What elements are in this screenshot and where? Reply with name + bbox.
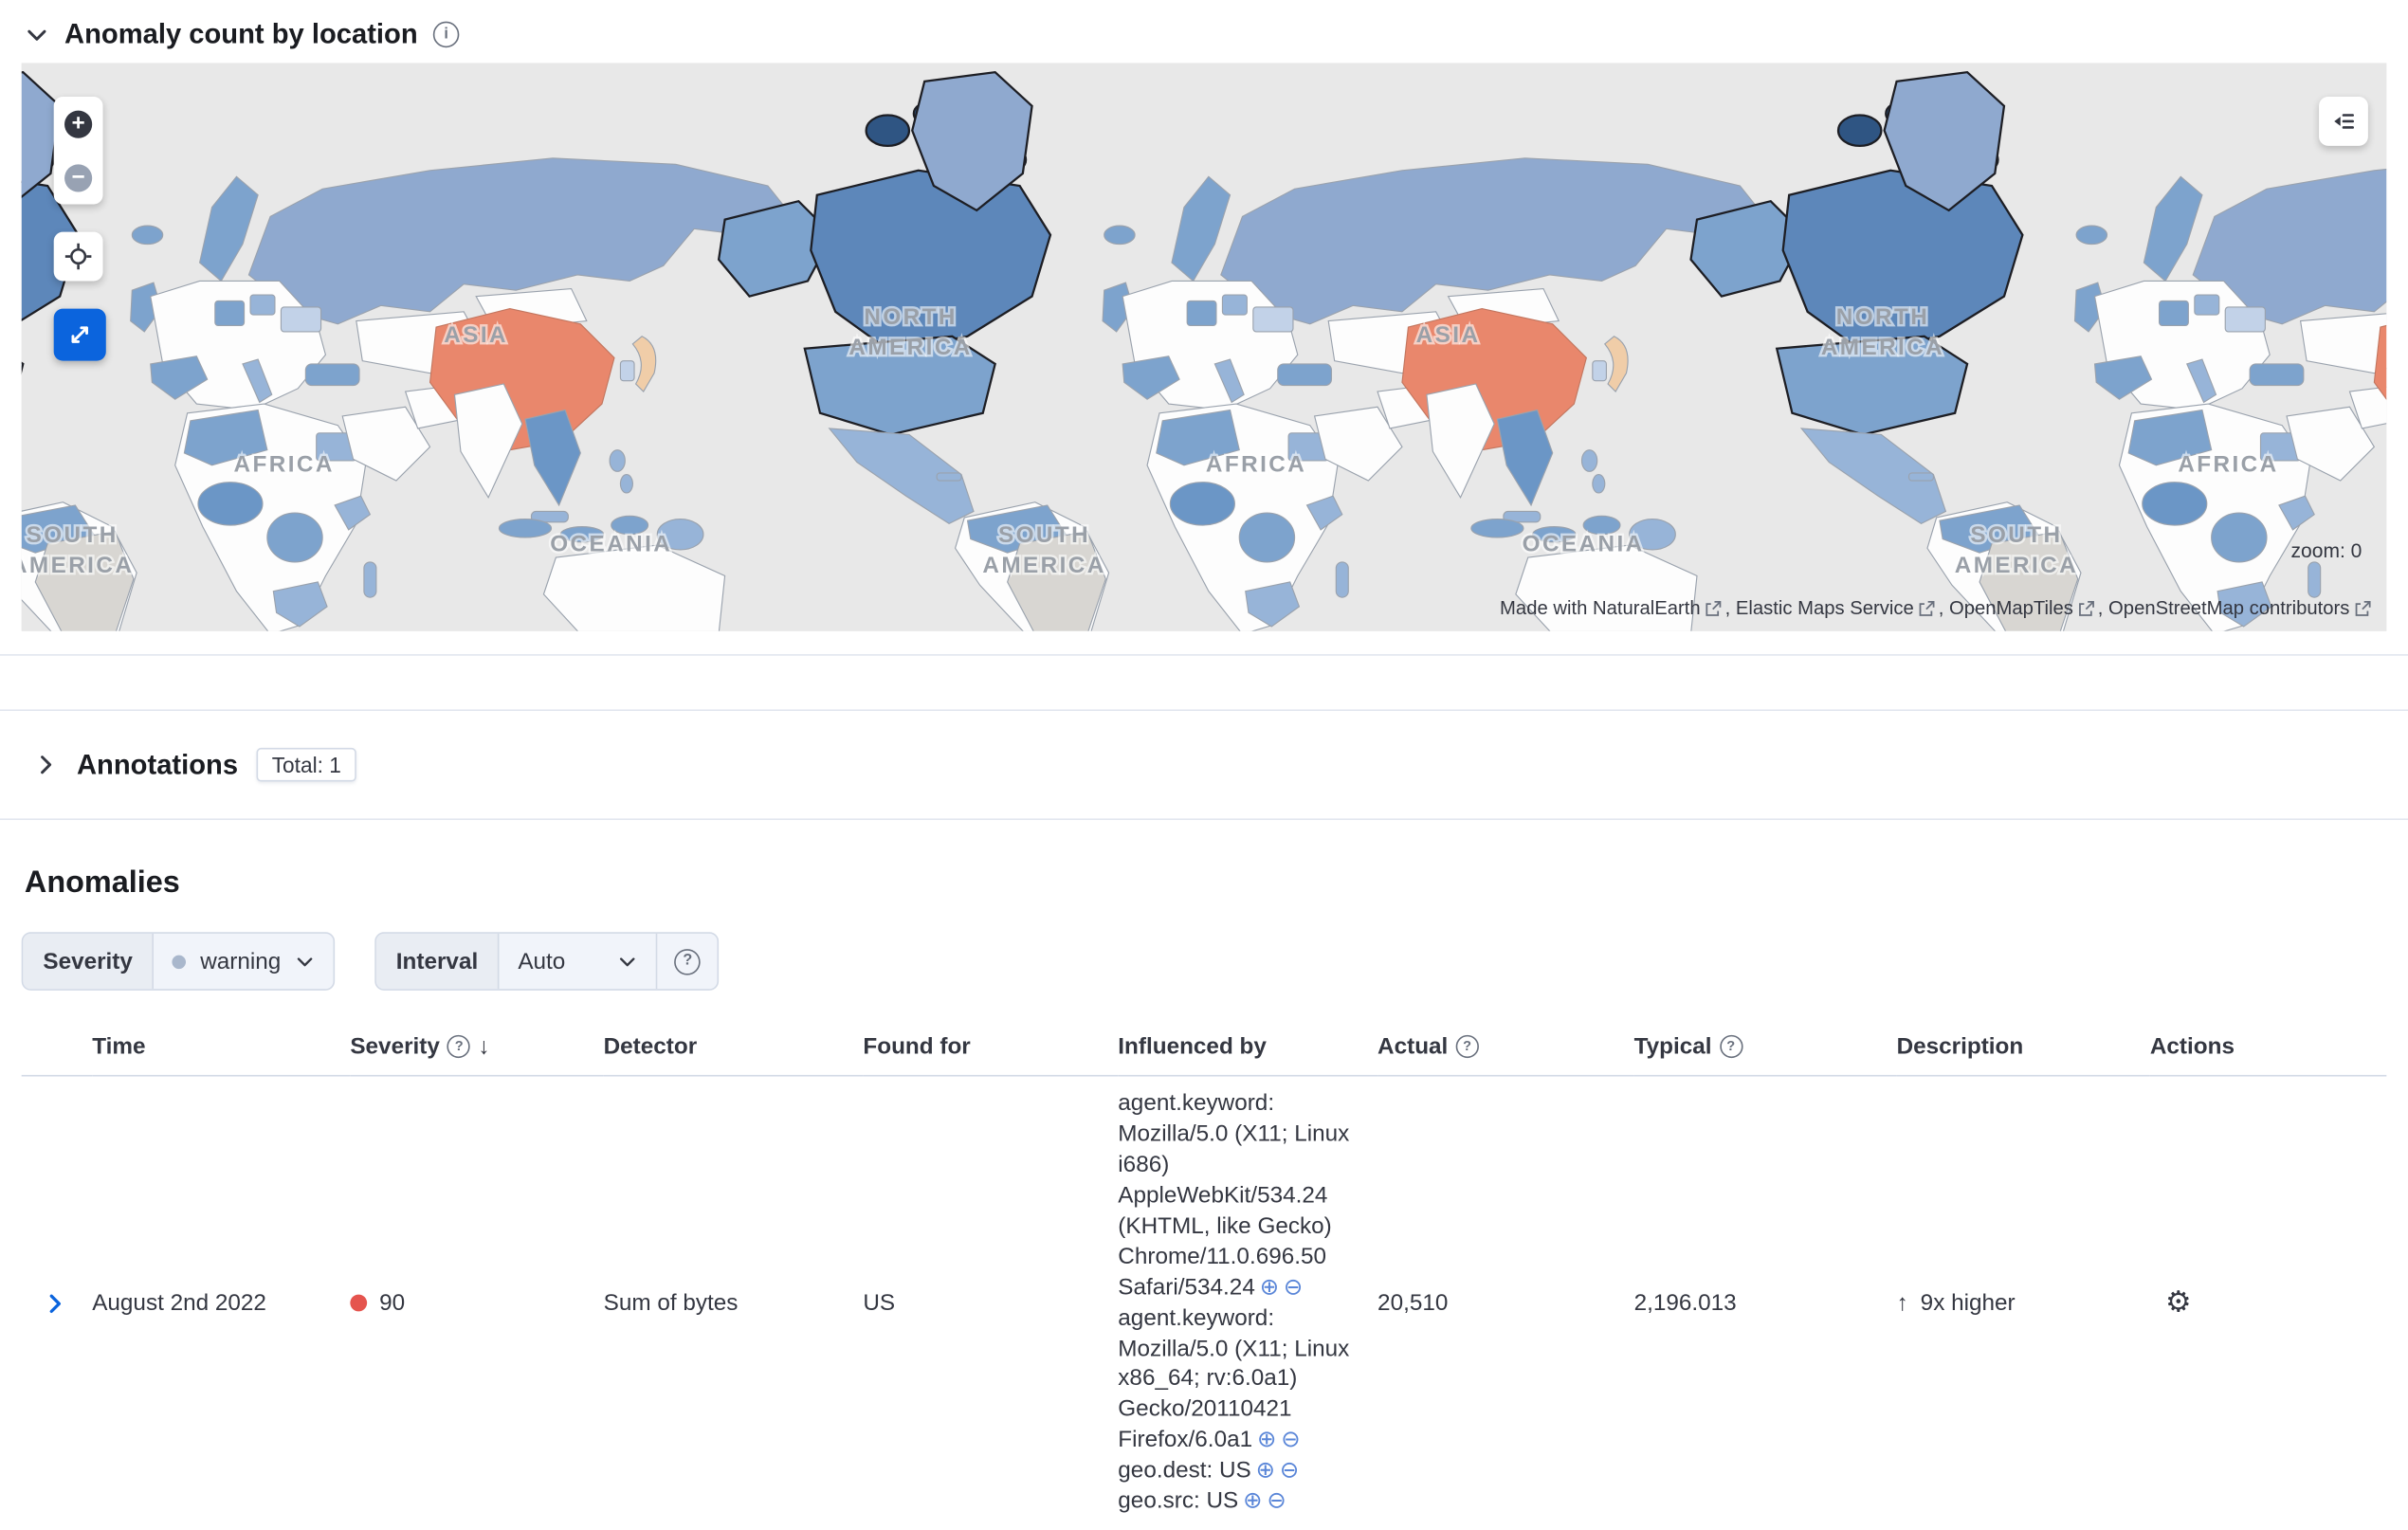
severity-filter-group: Severity warning xyxy=(21,932,335,991)
attribution-link[interactable]: Made with NaturalEarth xyxy=(1500,597,1722,619)
attribution-link[interactable]: , OpenStreetMap contributors xyxy=(2098,597,2371,619)
interval-filter-group: Interval Auto ? xyxy=(374,932,720,991)
annotations-expand-chevron-icon[interactable] xyxy=(34,753,59,777)
interval-filter-label: Interval xyxy=(375,933,500,990)
filter-out-icon[interactable]: ⊖ xyxy=(1281,1427,1300,1453)
external-link-icon xyxy=(1919,600,1935,616)
column-header-actions: Actions xyxy=(2149,1024,2387,1077)
influencer-item: agent.keyword: Mozilla/5.0 (X11; Linux i… xyxy=(1118,1090,1350,1301)
filter-for-icon[interactable]: ⊕ xyxy=(1257,1427,1276,1453)
fit-to-data-control xyxy=(53,231,103,282)
world-map-svg: ASIA NORTH AMERICA AFRICA SOUTH AMERICA … xyxy=(21,63,2387,631)
cell-severity: 90 xyxy=(350,1278,603,1328)
cell-influenced-by: agent.keyword: Mozilla/5.0 (X11; Linux i… xyxy=(1118,1077,1371,1530)
map-panel-header: Anomaly count by location i xyxy=(0,0,2408,63)
zoom-in-button[interactable]: + xyxy=(54,98,103,150)
gear-icon[interactable]: ⚙ xyxy=(2165,1288,2192,1318)
row-expand-chevron-icon[interactable] xyxy=(22,1077,93,1530)
severity-filter-value: warning xyxy=(200,948,282,974)
influencer-item: geo.src: US ⊕ ⊖ xyxy=(1118,1487,1286,1515)
filter-for-icon[interactable]: ⊕ xyxy=(1260,1274,1279,1301)
question-icon: ? xyxy=(447,1034,471,1059)
crosshair-icon xyxy=(64,243,92,270)
cell-typical: 2,196.013 xyxy=(1633,1289,1737,1317)
anomalies-title: Anomalies xyxy=(24,865,180,901)
cell-time: August 2nd 2022 xyxy=(92,1289,266,1317)
column-header-influenced-by[interactable]: Influenced by xyxy=(1118,1024,1378,1077)
attribution-link[interactable]: , OpenMapTiles xyxy=(1939,597,2095,619)
severity-filter-label: Severity xyxy=(23,933,155,990)
question-icon: ? xyxy=(1719,1034,1742,1059)
external-link-icon xyxy=(1706,600,1722,616)
sort-desc-icon: ↓ xyxy=(478,1033,490,1060)
zoom-out-button[interactable]: − xyxy=(54,152,103,204)
annotations-total-badge: Total: 1 xyxy=(256,747,357,782)
cell-found-for: US xyxy=(863,1289,896,1317)
severity-critical-dot xyxy=(350,1294,368,1312)
influencer-item: geo.dest: US ⊕ ⊖ xyxy=(1118,1457,1300,1484)
expand-map-button[interactable] xyxy=(53,308,106,361)
column-header-actual[interactable]: Actual ? xyxy=(1377,1024,1634,1077)
anomalies-table: Time Severity ? ↓ Detector Found for Inf… xyxy=(21,1024,2387,1530)
column-header-found-for[interactable]: Found for xyxy=(863,1024,1119,1077)
filter-for-icon[interactable]: ⊕ xyxy=(1256,1458,1275,1484)
table-row: August 2nd 2022 90 Sum of bytes US agent… xyxy=(22,1077,2387,1530)
divider xyxy=(0,654,2408,656)
external-link-icon xyxy=(2355,600,2371,616)
annotations-header: Annotations Total: 1 xyxy=(0,711,2408,818)
expand-icon xyxy=(71,326,88,343)
page: Anomaly count by location i + − zoom: 0 … xyxy=(0,0,2408,1528)
cell-actions: ⚙ xyxy=(2150,1276,2386,1330)
interval-select[interactable]: Auto xyxy=(500,934,656,989)
minus-icon: − xyxy=(64,163,93,191)
map-panel-title: Anomaly count by location xyxy=(64,18,418,49)
expander-column-header xyxy=(21,1024,93,1077)
attribution-link[interactable]: , Elastic Maps Service xyxy=(1725,597,1936,619)
filter-out-icon[interactable]: ⊖ xyxy=(1280,1458,1299,1484)
filter-out-icon[interactable]: ⊖ xyxy=(1267,1488,1286,1515)
influencer-item: agent.keyword: Mozilla/5.0 (X11; Linux x… xyxy=(1118,1304,1350,1453)
chevron-down-icon xyxy=(620,956,635,966)
attribution-text: , OpenStreetMap contributors xyxy=(2097,597,2350,619)
severity-dot xyxy=(173,954,187,969)
divider xyxy=(0,818,2408,821)
chevron-down-icon xyxy=(297,956,313,966)
interval-value: Auto xyxy=(518,948,566,974)
interval-help-button[interactable]: ? xyxy=(656,933,718,990)
legend-icon xyxy=(2334,114,2354,129)
annotations-title: Annotations xyxy=(76,748,239,780)
arrow-up-icon: ↑ xyxy=(1896,1289,1908,1317)
question-icon: ? xyxy=(1455,1034,1479,1059)
filter-for-icon[interactable]: ⊕ xyxy=(1243,1488,1262,1515)
map-attribution: Made with NaturalEarth , Elastic Maps Se… xyxy=(1500,597,2371,619)
cell-description: ↑ 9x higher xyxy=(1896,1289,2016,1317)
column-header-typical[interactable]: Typical ? xyxy=(1633,1024,1897,1077)
column-header-detector[interactable]: Detector xyxy=(603,1024,864,1077)
attribution-text: , OpenMapTiles xyxy=(1938,597,2073,619)
attribution-text: Made with NaturalEarth xyxy=(1500,597,1701,619)
zoom-level-indicator: zoom: 0 xyxy=(2290,538,2362,562)
crosshair-button[interactable] xyxy=(54,232,103,282)
question-icon: ? xyxy=(674,948,702,974)
attribution-text: , Elastic Maps Service xyxy=(1724,597,1914,619)
severity-filter-select[interactable]: warning xyxy=(155,934,334,989)
legend-toggle-button[interactable] xyxy=(2319,97,2368,146)
info-icon[interactable]: i xyxy=(432,21,460,48)
column-header-description[interactable]: Description xyxy=(1896,1024,2150,1077)
cell-detector: Sum of bytes xyxy=(603,1289,739,1317)
anomalies-filters: Severity warning Interval Auto ? xyxy=(21,932,2408,991)
plus-icon: + xyxy=(64,109,93,137)
cell-actual: 20,510 xyxy=(1377,1289,1449,1317)
table-header-row: Time Severity ? ↓ Detector Found for Inf… xyxy=(21,1024,2387,1077)
external-link-icon xyxy=(2079,600,2094,616)
column-header-time[interactable]: Time xyxy=(92,1024,351,1077)
filter-out-icon[interactable]: ⊖ xyxy=(1284,1274,1303,1301)
anomaly-choropleth-map[interactable]: ASIA NORTH AMERICA AFRICA SOUTH AMERICA … xyxy=(21,63,2387,631)
map-panel-collapse-chevron-icon[interactable] xyxy=(25,22,49,46)
column-header-severity[interactable]: Severity ? ↓ xyxy=(350,1024,604,1077)
zoom-controls: + − xyxy=(53,97,103,205)
